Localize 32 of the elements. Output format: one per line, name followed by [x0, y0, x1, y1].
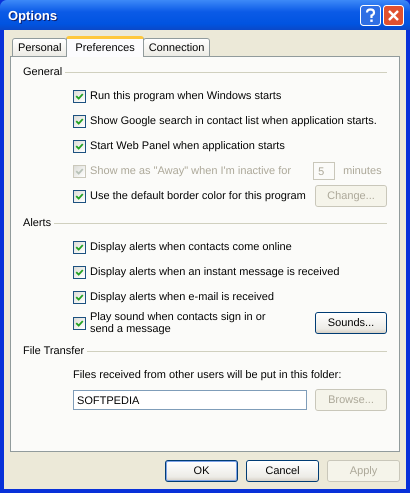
- section-title: Alerts: [23, 217, 52, 229]
- checkbox[interactable]: [73, 190, 86, 202]
- dialog-button[interactable]: Sounds...: [315, 312, 387, 334]
- section-title: General: [23, 66, 62, 78]
- checkbox[interactable]: [73, 290, 86, 304]
- checkbox-label: Display alerts when e-mail is received: [90, 291, 274, 303]
- checkbox[interactable]: [73, 114, 86, 128]
- checkbox-label: Use the default border color for this program: [90, 190, 306, 202]
- checkbox-label: Display alerts when an instant message is received: [90, 266, 340, 278]
- checkbox[interactable]: [73, 140, 86, 152]
- checkbox[interactable]: [73, 316, 86, 330]
- dialog-button[interactable]: OK: [165, 460, 238, 482]
- close-icon[interactable]: [383, 4, 404, 26]
- checkbox[interactable]: [73, 240, 86, 254]
- checkbox-label: Run this program when Windows starts: [90, 90, 282, 102]
- window-title: Options: [8, 8, 58, 22]
- tab[interactable]: Personal: [12, 38, 68, 56]
- dialog-button[interactable]: Cancel: [246, 460, 319, 482]
- tab[interactable]: Preferences: [66, 36, 144, 57]
- checkbox[interactable]: [73, 90, 86, 102]
- help-icon[interactable]: [360, 4, 381, 26]
- checkbox-label: Show me as "Away" when I'm inactive for: [90, 165, 292, 177]
- checkbox[interactable]: [73, 266, 86, 278]
- folder-field[interactable]: SOFTPEDIA: [73, 390, 307, 410]
- checkbox-label: Display alerts when contacts come online: [90, 241, 292, 253]
- folder-description: Files received from other users will be put in this folder:: [73, 369, 342, 381]
- checkbox-label: Show Google search in contact list when application starts.: [90, 115, 377, 127]
- section-title: File Transfer: [23, 345, 84, 357]
- checkbox-label: Play sound when contacts sign in or send a message: [90, 311, 266, 335]
- tab[interactable]: Connection: [142, 38, 210, 56]
- unit-label: minutes: [343, 165, 382, 177]
- checkbox-label: Start Web Panel when application starts: [90, 140, 285, 152]
